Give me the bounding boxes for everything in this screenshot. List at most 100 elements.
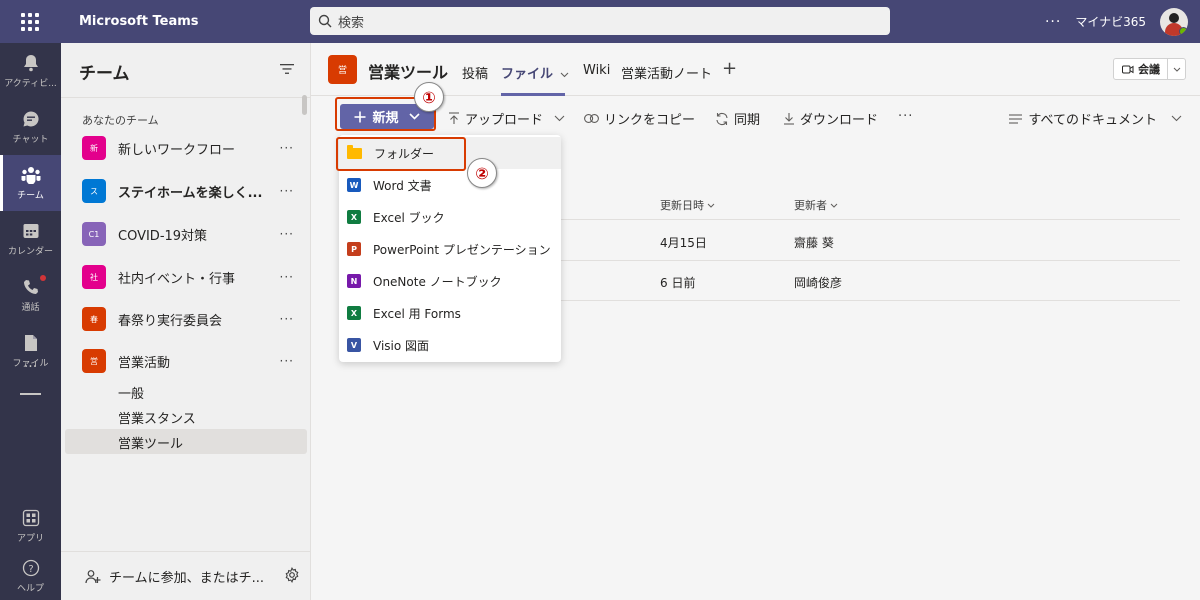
rail-label: チャット — [12, 135, 49, 145]
team-more-icon[interactable]: ··· — [280, 227, 294, 241]
view-selector[interactable]: すべてのドキュメント — [1009, 109, 1182, 128]
rail-item-help[interactable]: ? ヘルプ — [0, 548, 61, 600]
team-badge: 営 — [82, 349, 106, 373]
team-item-spring-festival[interactable]: 春 春祭り実行委員会 ··· — [61, 299, 310, 339]
team-item-sales[interactable]: 営 営業活動 ··· — [61, 341, 310, 381]
rail-item-activity[interactable]: アクティビ... — [0, 43, 61, 99]
apps-icon — [21, 508, 41, 528]
copy-link-button[interactable]: リンクをコピー — [584, 109, 695, 128]
team-more-icon[interactable]: ··· — [280, 184, 294, 198]
rail-label: チーム — [17, 191, 44, 201]
team-badge: 社 — [82, 265, 106, 289]
add-tab-icon[interactable]: + — [722, 58, 737, 79]
rail-item-apps[interactable]: アプリ — [0, 498, 61, 554]
rail-item-calls[interactable]: 通話 — [0, 267, 61, 323]
team-more-icon[interactable]: ··· — [280, 312, 294, 326]
meet-button[interactable]: 会議 — [1113, 58, 1186, 80]
gear-icon[interactable] — [284, 567, 300, 587]
view-label: すべてのドキュメント — [1028, 113, 1157, 128]
sync-button[interactable]: 同期 — [715, 109, 760, 128]
callout-step-1: ① — [414, 82, 444, 112]
table-cell-modified-by[interactable]: 岡崎俊彦 — [794, 274, 842, 291]
word-icon: W — [347, 178, 361, 192]
rail-label: カレンダー — [7, 247, 53, 257]
menu-item-excel-forms[interactable]: X Excel 用 Forms — [339, 297, 561, 329]
panel-footer-divider — [61, 551, 310, 552]
team-more-icon[interactable]: ··· — [280, 354, 294, 368]
scrollbar[interactable] — [302, 95, 307, 115]
channel-title: 営業ツール — [368, 63, 449, 82]
tab-posts[interactable]: 投稿 — [462, 63, 488, 82]
forms-icon: X — [347, 306, 361, 320]
meet-label: 会議 — [1138, 63, 1160, 76]
rail-item-calendar[interactable]: カレンダー — [0, 211, 61, 267]
tab-wiki[interactable]: Wiki — [583, 63, 610, 78]
svg-text:?: ? — [28, 564, 33, 575]
file-icon — [21, 333, 41, 353]
more-options-icon[interactable]: ··· — [1045, 14, 1061, 30]
menu-item-label: PowerPoint プレゼンテーション — [373, 242, 551, 257]
search-input[interactable]: 検索 — [310, 7, 890, 35]
panel-title: チーム — [79, 64, 130, 84]
more-apps-icon[interactable]: ... — [0, 355, 61, 371]
tab-files[interactable]: ファイル — [501, 63, 569, 82]
avatar[interactable] — [1160, 7, 1188, 36]
download-icon — [784, 113, 794, 125]
highlight-folder-item — [336, 137, 466, 171]
upload-icon — [449, 112, 459, 124]
column-header-modified-by[interactable]: 更新者 — [794, 197, 838, 213]
search-icon — [318, 14, 332, 28]
channel-item-sales-stance[interactable]: 営業スタンス — [118, 408, 196, 427]
menu-item-label: Excel 用 Forms — [373, 306, 461, 321]
team-item-events[interactable]: 社 社内イベント・行事 ··· — [61, 257, 310, 297]
join-or-create-team[interactable]: チームに参加、またはチ... — [85, 567, 264, 586]
team-name: 社内イベント・行事 — [118, 271, 236, 287]
rail-item-chat[interactable]: チャット — [0, 99, 61, 155]
table-cell-modified-by[interactable]: 齋藤 葵 — [794, 234, 834, 251]
files-toolbar: 新規 アップロード リンクをコピー 同期 ダウンロード ··· すべてのドキュメ… — [311, 97, 1200, 137]
column-header-modified[interactable]: 更新日時 — [660, 197, 715, 213]
callout-step-2: ② — [467, 158, 497, 188]
rail-label: 通話 — [21, 303, 40, 313]
team-item-stayhome[interactable]: ス ステイホームを楽しく... ··· — [61, 171, 310, 211]
channel-item-general[interactable]: 一般 — [118, 383, 144, 402]
teams-icon — [21, 165, 41, 185]
rail-item-teams[interactable]: チーム — [0, 155, 61, 211]
menu-item-label: OneNote ノートブック — [373, 274, 502, 289]
rail-label: アプリ — [16, 534, 44, 544]
app-launcher-icon[interactable] — [0, 0, 60, 43]
upload-label: アップロード — [465, 113, 544, 128]
tab-sales-notes[interactable]: 営業活動ノート — [621, 63, 712, 82]
status-available-icon — [1179, 26, 1188, 36]
tab-files-label: ファイル — [501, 67, 554, 82]
menu-item-label: Excel ブック — [373, 210, 445, 225]
team-more-icon[interactable]: ··· — [280, 270, 294, 284]
people-add-icon — [85, 569, 101, 583]
upload-button[interactable]: アップロード — [448, 109, 565, 128]
team-name: COVID-19対策 — [118, 228, 208, 244]
menu-item-onenote[interactable]: N OneNote ノートブック — [339, 265, 561, 297]
menu-item-powerpoint[interactable]: P PowerPoint プレゼンテーション — [339, 233, 561, 265]
chat-icon — [21, 109, 41, 129]
team-name: 営業活動 — [118, 355, 171, 371]
filter-icon[interactable] — [280, 63, 294, 79]
team-item-covid[interactable]: C1 COVID-19対策 ··· — [61, 214, 310, 254]
menu-item-excel[interactable]: X Excel ブック — [339, 201, 561, 233]
team-more-icon[interactable]: ··· — [280, 141, 294, 155]
toolbar-more-icon[interactable]: ··· — [898, 109, 913, 124]
column-modified-label: 更新日時 — [660, 199, 704, 212]
app-rail: アクティビ... チャット チーム カレンダー 通話 ファイル ... アプリ … — [0, 43, 61, 600]
channel-item-sales-tools[interactable]: 営業ツール — [118, 433, 183, 452]
team-item-workflow[interactable]: 新 新しいワークフロー ··· — [61, 128, 310, 168]
sync-label: 同期 — [734, 113, 761, 128]
menu-item-visio[interactable]: V Visio 図面 — [339, 329, 561, 361]
rail-divider — [20, 393, 41, 395]
bell-icon — [21, 53, 41, 73]
download-button[interactable]: ダウンロード — [783, 109, 878, 128]
meet-dropdown-icon[interactable] — [1168, 67, 1185, 72]
search-placeholder: 検索 — [338, 15, 365, 31]
team-name: ステイホームを楽しく... — [118, 185, 263, 201]
team-badge: C1 — [82, 222, 106, 246]
channel-header: 営 営業ツール 投稿 ファイル Wiki 営業活動ノート + 会議 — [311, 43, 1200, 96]
menu-item-word[interactable]: W Word 文書 — [339, 169, 561, 201]
